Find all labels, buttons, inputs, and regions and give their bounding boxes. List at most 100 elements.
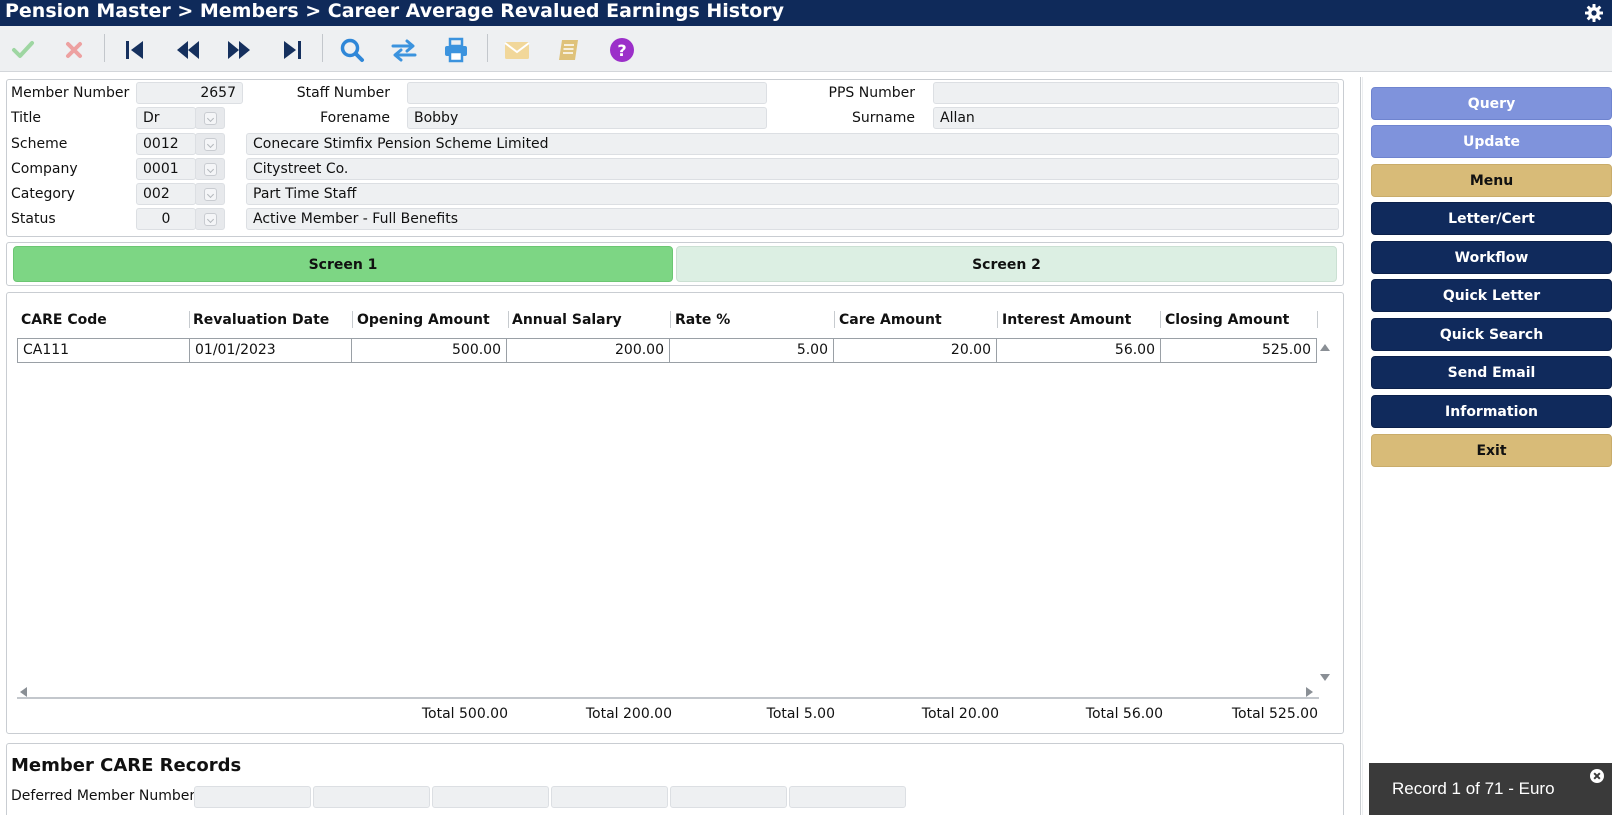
scroll-down-arrow-icon[interactable] [1320, 674, 1330, 681]
deferred-member-number-field[interactable] [551, 786, 668, 808]
deferred-member-number-field[interactable] [789, 786, 906, 808]
deferred-member-number-field[interactable] [313, 786, 430, 808]
status-dropdown-button[interactable] [195, 208, 225, 230]
column-header-opening-amount[interactable]: Opening Amount [357, 310, 490, 330]
column-separator [670, 311, 671, 328]
deferred-member-number-field[interactable] [670, 786, 787, 808]
column-header-care-amount[interactable]: Care Amount [839, 310, 942, 330]
column-header-rate[interactable]: Rate % [675, 310, 730, 330]
scroll-right-arrow-icon[interactable] [1306, 687, 1313, 697]
quick-letter-button[interactable]: Quick Letter [1371, 279, 1612, 312]
table-row[interactable]: CA111 01/01/2023 500.00 200.00 5.00 20.0… [17, 338, 1320, 363]
letter-cert-button[interactable]: Letter/Cert [1371, 202, 1612, 235]
deferred-member-number-field[interactable] [194, 786, 311, 808]
last-record-icon[interactable] [278, 36, 306, 64]
chevron-down-icon [204, 138, 217, 151]
svg-text:?: ? [617, 41, 626, 60]
column-header-closing-amount[interactable]: Closing Amount [1165, 310, 1289, 330]
company-dropdown-button[interactable] [195, 158, 225, 180]
column-separator [1317, 311, 1318, 328]
information-button[interactable]: Information [1371, 395, 1612, 428]
first-record-icon[interactable] [121, 36, 149, 64]
help-icon[interactable]: ? [608, 36, 636, 64]
scroll-up-arrow-icon[interactable] [1320, 344, 1330, 351]
section-title: Member CARE Records [11, 755, 242, 776]
title-bar: Pension Master > Members > Career Averag… [0, 0, 1612, 26]
status-name-field: Active Member - Full Benefits [246, 208, 1339, 230]
table-cell[interactable]: 20.00 [833, 338, 997, 363]
column-header-annual-salary[interactable]: Annual Salary [512, 310, 622, 330]
title-field[interactable]: Dr [136, 107, 196, 129]
forename-label: Forename [320, 110, 390, 126]
email-icon[interactable] [503, 36, 531, 64]
surname-label: Surname [852, 110, 915, 126]
company-code-field[interactable]: 0001 [136, 158, 196, 180]
table-cell[interactable]: 5.00 [669, 338, 834, 363]
title-dropdown-button[interactable] [195, 107, 225, 129]
tab-screen-2[interactable]: Screen 2 [676, 246, 1337, 282]
status-code-field[interactable]: 0 [136, 208, 196, 230]
category-code-field[interactable]: 002 [136, 183, 196, 205]
table-cell[interactable]: 01/01/2023 [189, 338, 352, 363]
tab-screen-1[interactable]: Screen 1 [13, 246, 673, 282]
sidebar-divider [1360, 77, 1361, 815]
swap-icon[interactable] [390, 36, 418, 64]
check-icon[interactable] [9, 36, 37, 64]
previous-record-icon[interactable] [174, 36, 202, 64]
toolbar: ? [0, 26, 1612, 72]
status-label: Status [11, 211, 56, 227]
total-closing-amount: Total 525.00 [1231, 706, 1318, 722]
chevron-down-icon [204, 213, 217, 226]
update-button[interactable]: Update [1371, 125, 1612, 158]
table-cell[interactable]: 500.00 [351, 338, 507, 363]
pps-number-field[interactable] [933, 82, 1339, 104]
scheme-label: Scheme [11, 136, 68, 152]
scheme-name-field: Conecare Stimfix Pension Scheme Limited [246, 133, 1339, 155]
staff-number-label: Staff Number [296, 85, 390, 101]
table-cell[interactable]: 200.00 [506, 338, 670, 363]
table-cell[interactable]: 56.00 [996, 338, 1161, 363]
workflow-button[interactable]: Workflow [1371, 241, 1612, 274]
column-header-interest-amount[interactable]: Interest Amount [1002, 310, 1131, 330]
category-dropdown-button[interactable] [195, 183, 225, 205]
chevron-down-icon [204, 112, 217, 125]
query-button[interactable]: Query [1371, 87, 1612, 120]
scheme-dropdown-button[interactable] [195, 133, 225, 155]
surname-field[interactable]: Allan [933, 107, 1339, 129]
member-number-field[interactable]: 2657 [136, 82, 243, 104]
column-separator [352, 311, 353, 328]
column-header-care-code[interactable]: CARE Code [21, 310, 107, 330]
member-number-label: Member Number [11, 85, 130, 101]
notes-icon[interactable] [555, 36, 583, 64]
gear-icon[interactable] [1584, 3, 1604, 23]
category-label: Category [11, 186, 75, 202]
total-interest-amount: Total 56.00 [1085, 706, 1163, 722]
table-cell[interactable]: 525.00 [1160, 338, 1317, 363]
toolbar-separator [104, 34, 105, 62]
table-cell[interactable]: CA111 [17, 338, 190, 363]
deferred-member-number-field[interactable] [432, 786, 549, 808]
horizontal-scrollbar[interactable] [17, 697, 1319, 699]
print-icon[interactable] [442, 36, 470, 64]
chevron-down-icon [204, 163, 217, 176]
menu-button[interactable]: Menu [1371, 164, 1612, 197]
total-care-amount: Total 20.00 [921, 706, 999, 722]
close-icon[interactable] [1590, 769, 1604, 783]
send-email-button[interactable]: Send Email [1371, 356, 1612, 389]
cancel-icon[interactable] [60, 36, 88, 64]
column-header-revaluation-date[interactable]: Revaluation Date [193, 310, 329, 330]
quick-search-button[interactable]: Quick Search [1371, 318, 1612, 351]
toolbar-separator [487, 34, 488, 62]
staff-number-field[interactable] [407, 82, 767, 104]
chevron-down-icon [204, 188, 217, 201]
next-record-icon[interactable] [225, 36, 253, 64]
scroll-left-arrow-icon[interactable] [20, 687, 27, 697]
scheme-code-field[interactable]: 0012 [136, 133, 196, 155]
pps-number-label: PPS Number [828, 85, 915, 101]
column-separator [997, 311, 998, 328]
search-icon[interactable] [338, 36, 366, 64]
sidebar-divider-shadow [1362, 77, 1363, 815]
page-title: Pension Master > Members > Career Averag… [5, 0, 785, 22]
exit-button[interactable]: Exit [1371, 434, 1612, 467]
forename-field[interactable]: Bobby [407, 107, 767, 129]
